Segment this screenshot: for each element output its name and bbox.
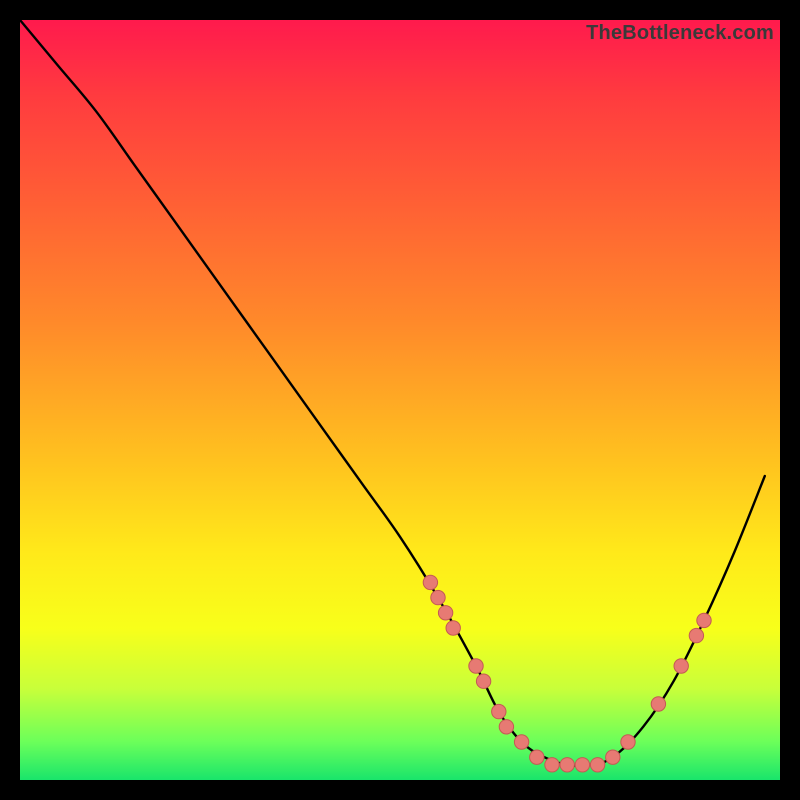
curve-marker	[575, 758, 589, 772]
curve-marker	[590, 758, 604, 772]
curve-markers	[423, 575, 711, 772]
curve-marker	[492, 704, 506, 718]
chart-svg	[20, 20, 780, 780]
curve-marker	[606, 750, 620, 764]
bottleneck-curve	[20, 20, 765, 766]
curve-marker	[651, 697, 665, 711]
curve-marker	[674, 659, 688, 673]
curve-marker	[438, 606, 452, 620]
curve-marker	[545, 758, 559, 772]
curve-marker	[514, 735, 528, 749]
curve-marker	[560, 758, 574, 772]
curve-marker	[530, 750, 544, 764]
curve-marker	[476, 674, 490, 688]
curve-marker	[423, 575, 437, 589]
curve-marker	[446, 621, 460, 635]
chart-frame: TheBottleneck.com	[20, 20, 780, 780]
curve-marker	[621, 735, 635, 749]
curve-marker	[499, 720, 513, 734]
curve-marker	[689, 628, 703, 642]
curve-marker	[431, 590, 445, 604]
curve-marker	[697, 613, 711, 627]
curve-marker	[469, 659, 483, 673]
watermark-text: TheBottleneck.com	[586, 22, 774, 45]
